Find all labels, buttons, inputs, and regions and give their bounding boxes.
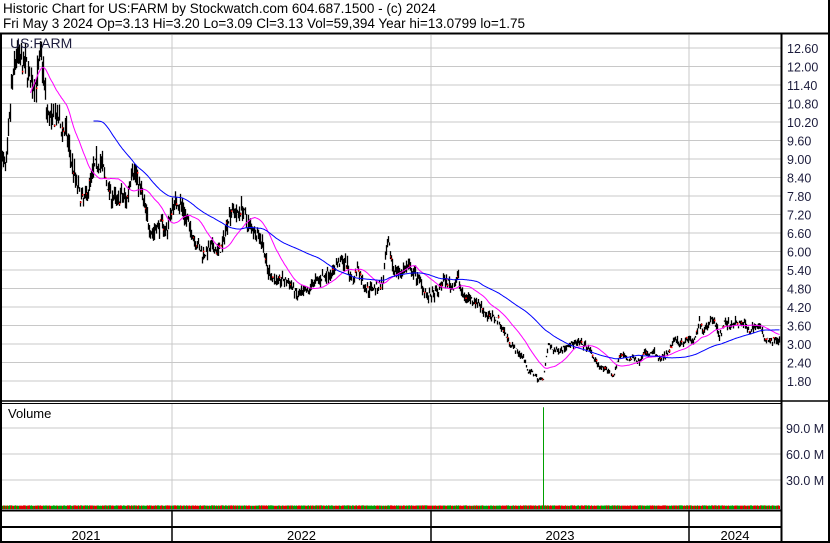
price-tick-label: 1.80 — [787, 375, 811, 389]
price-tick-label: 5.40 — [787, 264, 811, 278]
close-tick — [766, 338, 768, 341]
date-label: 2024 — [721, 528, 750, 543]
close-tick — [380, 287, 382, 289]
stock-chart: Historic Chart for US:FARM by Stockwatch… — [0, 0, 830, 543]
close-tick — [162, 219, 164, 222]
close-tick — [714, 319, 716, 322]
date-label: 2022 — [287, 528, 316, 543]
close-tick — [509, 342, 511, 344]
header-quote: Fri May 3 2024 Op=3.13 Hi=3.20 Lo=3.09 C… — [3, 16, 525, 31]
symbol-label: US:FARM — [10, 35, 72, 51]
close-tick — [737, 322, 739, 325]
close-tick — [279, 276, 281, 278]
close-tick — [203, 250, 205, 253]
close-tick — [592, 354, 594, 357]
close-tick — [80, 201, 82, 203]
price-tick-label: 4.80 — [787, 283, 811, 297]
volume-tick-label: 60.0 M — [786, 448, 824, 462]
price-tick-label: 9.60 — [787, 135, 811, 149]
close-tick — [596, 359, 598, 362]
close-tick — [358, 270, 360, 272]
close-tick — [671, 346, 673, 349]
price-tick-label: 10.20 — [787, 116, 818, 130]
close-tick — [54, 124, 56, 127]
close-tick — [681, 340, 683, 343]
price-tick-label: 10.80 — [787, 98, 818, 112]
close-tick — [22, 70, 24, 73]
close-tick — [176, 203, 178, 205]
close-tick — [669, 350, 671, 352]
price-tick-label: 12.00 — [787, 61, 818, 75]
price-tick-label: 7.20 — [787, 209, 811, 223]
close-tick — [581, 341, 583, 343]
price-tick-label: 9.00 — [787, 153, 811, 167]
volume-tick-label: 30.0 M — [786, 474, 824, 488]
volume-tick-label: 90.0 M — [786, 422, 824, 436]
close-tick — [498, 316, 500, 318]
close-tick — [171, 213, 173, 215]
date-label: 2021 — [72, 528, 101, 543]
close-tick — [36, 87, 38, 90]
close-tick — [686, 336, 688, 339]
close-tick — [367, 286, 369, 288]
price-tick-label: 12.60 — [787, 42, 818, 56]
header-title: Historic Chart for US:FARM by Stockwatch… — [3, 1, 436, 16]
close-tick — [231, 210, 233, 212]
price-tick-label: 3.60 — [787, 320, 811, 334]
price-tick-label: 2.40 — [787, 357, 811, 371]
close-tick — [219, 244, 221, 247]
close-tick — [272, 276, 274, 278]
close-tick — [82, 193, 84, 196]
close-tick — [447, 284, 449, 287]
close-tick — [701, 323, 703, 326]
price-tick-label: 3.00 — [787, 338, 811, 352]
price-tick-label: 6.00 — [787, 246, 811, 260]
price-tick-label: 6.60 — [787, 227, 811, 241]
close-tick — [137, 172, 139, 174]
volume-label: Volume — [8, 406, 51, 421]
close-tick — [360, 273, 362, 275]
price-tick-label: 8.40 — [787, 172, 811, 186]
close-tick — [240, 213, 242, 215]
price-tick-label: 4.20 — [787, 301, 811, 315]
date-label: 2023 — [546, 528, 575, 543]
price-tick-label: 7.80 — [787, 190, 811, 204]
price-tick-label: 11.40 — [787, 79, 817, 93]
volume-axis: 90.0 M 60.0 M 30.0 M — [786, 422, 824, 488]
